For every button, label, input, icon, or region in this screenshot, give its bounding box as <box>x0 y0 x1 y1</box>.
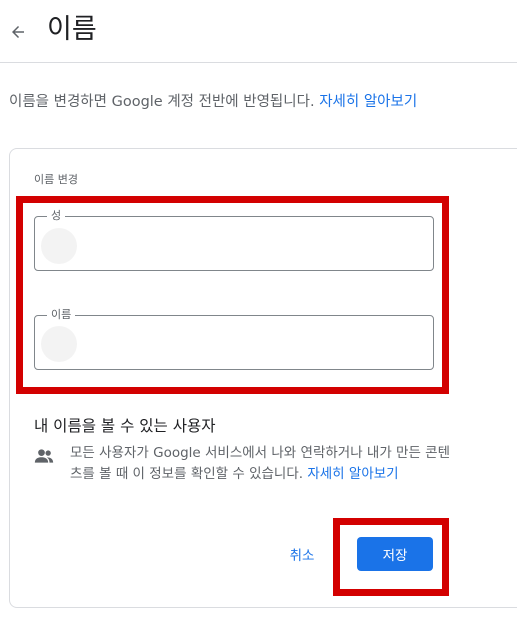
page-header: 이름 <box>0 0 517 63</box>
visibility-description: 모든 사용자가 Google 서비스에서 나와 연락하거나 내가 만든 콘텐츠를… <box>70 443 455 485</box>
save-button[interactable]: 저장 <box>357 537 433 571</box>
last-name-field: 성 <box>34 208 434 271</box>
learn-more-link[interactable]: 자세히 알아보기 <box>319 94 417 110</box>
page-title: 이름 <box>47 14 97 45</box>
first-name-field: 이름 <box>34 307 434 370</box>
intro-text: 이름을 변경하면 Google 계정 전반에 반영됩니다. 자세히 알아보기 <box>9 91 417 113</box>
visibility-title: 내 이름을 볼 수 있는 사용자 <box>34 417 216 435</box>
first-name-input[interactable] <box>35 316 433 369</box>
visibility-learn-more-link[interactable]: 자세히 알아보기 <box>307 466 398 482</box>
section-label: 이름 변경 <box>34 173 78 186</box>
arrow-back-icon <box>12 26 24 38</box>
intro-message: 이름을 변경하면 Google 계정 전반에 반영됩니다. <box>9 94 320 110</box>
last-name-input[interactable] <box>35 217 433 270</box>
cancel-button[interactable]: 취소 <box>274 540 330 568</box>
people-icon <box>34 449 54 463</box>
back-button[interactable] <box>4 18 32 46</box>
